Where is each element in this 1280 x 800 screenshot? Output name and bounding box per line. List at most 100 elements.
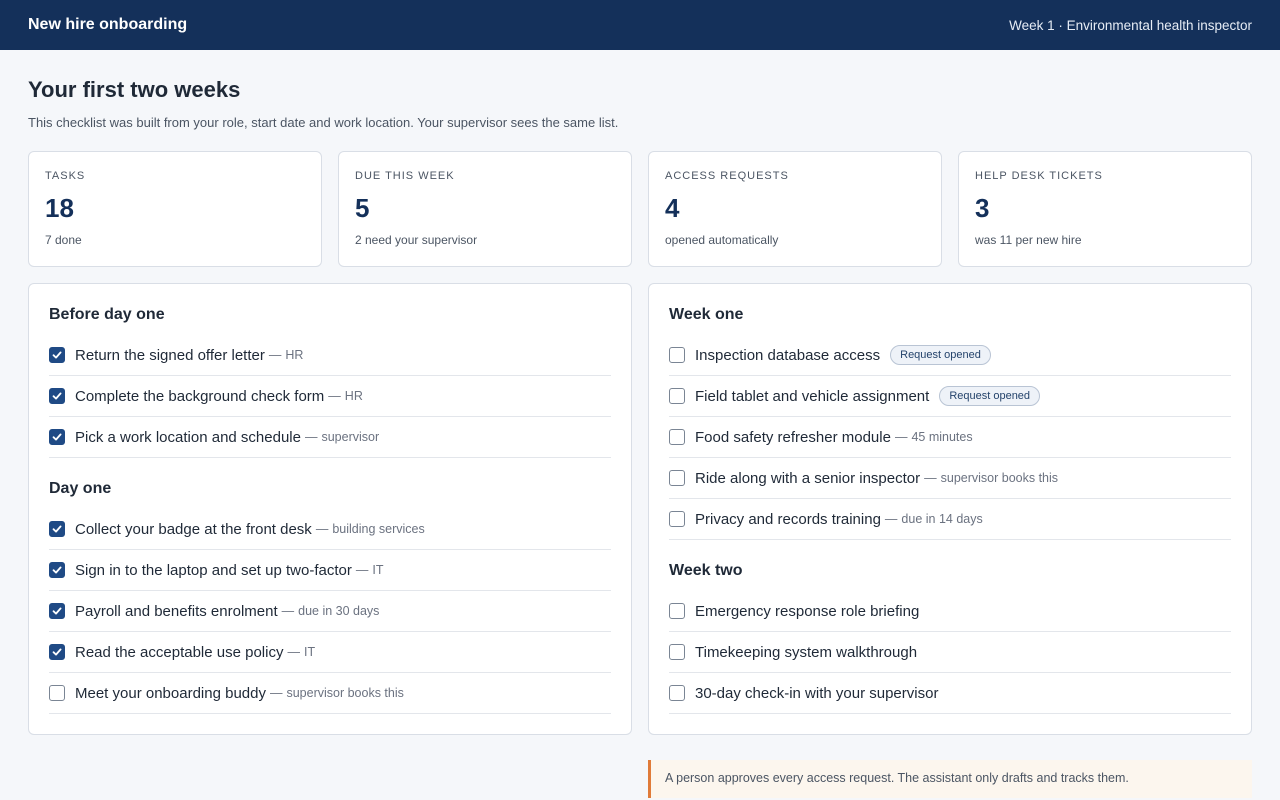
task-label: Sign in to the laptop and set up two-fac…: [75, 561, 352, 579]
task-checkbox[interactable]: [49, 562, 65, 578]
task-checkbox[interactable]: [669, 685, 685, 701]
task-label: Inspection database access: [695, 346, 881, 364]
stat-card-access-requests: ACCESS REQUESTS 4 opened automatically: [648, 151, 942, 267]
stat-value: 5: [355, 193, 370, 223]
task-checkbox[interactable]: [669, 429, 685, 445]
task-meta: IT: [303, 645, 316, 659]
task-row[interactable]: Payroll and benefits enrolment — due in 30…: [49, 591, 611, 632]
checklist-panel-right: Week one Inspection database access Reque…: [648, 283, 1252, 735]
task-meta-separator: —: [281, 604, 295, 618]
stat-note: 2 need your supervisor: [355, 233, 478, 247]
stat-label: DUE THIS WEEK: [355, 170, 455, 182]
task-checkbox[interactable]: [669, 347, 685, 363]
stat-note: opened automatically: [665, 233, 779, 247]
task-meta-separator: —: [355, 563, 369, 577]
task-label: Complete the background check form: [75, 387, 325, 405]
task-row[interactable]: Collect your badge at the front desk — bui…: [49, 509, 611, 550]
check-icon: [52, 392, 62, 400]
task-row[interactable]: Read the acceptable use policy — IT: [49, 632, 611, 673]
task-meta-separator: —: [268, 348, 282, 362]
task-meta-separator: —: [287, 645, 300, 659]
task-label: Timekeeping system walkthrough: [695, 643, 918, 661]
task-label: Collect your badge at the front desk: [75, 520, 312, 538]
task-label: Field tablet and vehicle assignment: [695, 387, 930, 405]
task-meta: IT: [372, 563, 384, 577]
check-icon: [52, 566, 62, 574]
task-meta: supervisor: [321, 430, 380, 444]
task-row[interactable]: Ride along with a senior inspector — super…: [669, 458, 1231, 499]
task-checkbox[interactable]: [669, 644, 685, 660]
task-meta-separator: —: [328, 389, 341, 403]
stat-card-help-desk-tickets: HELP DESK TICKETS 3 was 11 per new hire: [958, 151, 1252, 267]
task-list: Return the signed offer letter — HR Complet…: [49, 335, 611, 458]
stat-value: 18: [45, 193, 74, 223]
task-meta: HR: [285, 348, 304, 362]
section-title: Day one: [49, 480, 112, 497]
task-checkbox[interactable]: [49, 429, 65, 445]
task-meta-separator: —: [924, 471, 937, 485]
task-checkbox[interactable]: [669, 603, 685, 619]
section-title: Week one: [669, 306, 744, 323]
task-row[interactable]: Return the signed offer letter — HR: [49, 335, 611, 376]
task-label: 30-day check-in with your supervisor: [695, 684, 939, 702]
task-checkbox[interactable]: [49, 521, 65, 537]
task-row[interactable]: Meet your onboarding buddy — supervisor bo…: [49, 673, 611, 714]
task-meta: supervisor books this: [940, 471, 1059, 485]
approval-note: A person approves every access request. …: [648, 760, 1252, 798]
stat-note: 7 done: [45, 233, 82, 247]
task-meta: building services: [332, 522, 425, 536]
task-list: Emergency response role briefing Timekeep…: [669, 591, 1231, 714]
check-icon: [52, 648, 62, 656]
task-checkbox[interactable]: [49, 644, 65, 660]
task-checkbox[interactable]: [49, 685, 65, 701]
task-checkbox[interactable]: [49, 388, 65, 404]
section-week-one: Week one Inspection database access Reque…: [669, 306, 1231, 540]
task-meta-separator: —: [894, 430, 908, 444]
task-meta: due in 30 days: [298, 604, 380, 618]
stat-card-due-this-week: DUE THIS WEEK 5 2 need your supervisor: [338, 151, 632, 267]
task-row[interactable]: Food safety refresher module —45 minutes: [669, 417, 1231, 458]
check-icon: [52, 351, 62, 359]
section-week-two: Week two Emergency response role briefin…: [669, 562, 1231, 714]
section-day-one: Day one Collect your badge at the front …: [49, 480, 611, 714]
task-meta-separator: —: [269, 686, 283, 700]
task-meta-separator: —: [304, 430, 318, 444]
check-icon: [52, 607, 62, 615]
task-label: Read the acceptable use policy: [75, 643, 284, 661]
task-checkbox[interactable]: [669, 470, 685, 486]
task-row[interactable]: 30-day check-in with your supervisor: [669, 673, 1231, 714]
task-row[interactable]: Field tablet and vehicle assignment Reque…: [669, 376, 1231, 417]
stat-label: TASKS: [45, 170, 86, 182]
task-checkbox[interactable]: [669, 388, 685, 404]
task-checkbox[interactable]: [49, 603, 65, 619]
task-row[interactable]: Pick a work location and schedule — superv…: [49, 417, 611, 458]
task-row[interactable]: Privacy and records training — due in 14 d…: [669, 499, 1231, 540]
top-bar: New hire onboarding Week 1 · Environment…: [0, 0, 1280, 50]
checklist-panel-left: Before day one Return the signed offer l…: [28, 283, 632, 735]
task-label: Privacy and records training: [695, 510, 881, 528]
task-checkbox[interactable]: [669, 511, 685, 527]
stat-label: ACCESS REQUESTS: [665, 170, 789, 182]
role-context: Week 1 · Environmental health inspector: [1009, 17, 1252, 33]
request-status-badge: Request opened: [939, 386, 1041, 406]
task-label: Ride along with a senior inspector: [695, 469, 921, 487]
stat-card-tasks: TASKS 18 7 done: [28, 151, 322, 267]
section-before-day-one: Before day one Return the signed offer l…: [49, 306, 611, 458]
task-checkbox[interactable]: [49, 347, 65, 363]
check-icon: [52, 525, 62, 533]
app-title: New hire onboarding: [28, 16, 188, 33]
task-row[interactable]: Timekeeping system walkthrough: [669, 632, 1231, 673]
task-row[interactable]: Emergency response role briefing: [669, 591, 1231, 632]
task-label: Meet your onboarding buddy: [75, 684, 266, 702]
task-label: Return the signed offer letter: [75, 346, 265, 364]
check-icon: [52, 433, 62, 441]
task-row[interactable]: Inspection database access Request opened: [669, 335, 1231, 376]
main-content: Your first two weeks This checklist was …: [0, 50, 1280, 735]
task-row[interactable]: Sign in to the laptop and set up two-fac…: [49, 550, 611, 591]
task-row[interactable]: Complete the background check form — HR: [49, 376, 611, 417]
task-meta: 45 minutes: [911, 430, 973, 444]
section-title: Week two: [669, 562, 743, 579]
task-meta: HR: [344, 389, 363, 403]
task-label: Pick a work location and schedule: [75, 428, 301, 446]
page-title: Your first two weeks: [28, 77, 241, 102]
